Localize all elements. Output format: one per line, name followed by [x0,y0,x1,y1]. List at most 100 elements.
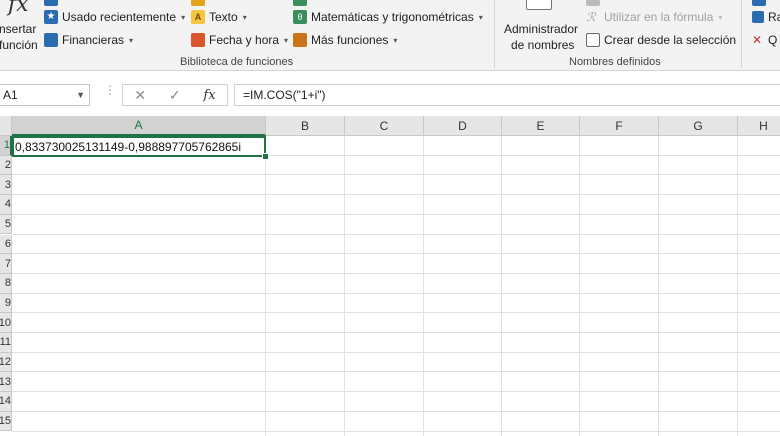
row-gridline [12,410,780,412]
row-header-6[interactable]: 6 [0,234,12,255]
chevron-down-icon: ▾ [393,35,398,45]
column-header-g[interactable]: G [659,116,738,136]
row-gridline [12,332,780,333]
row-header-7[interactable]: 7 [0,254,12,274]
calendar-icon [191,33,205,47]
formula-fx-icon: ℛ [586,10,596,24]
name-manager-label-2: de nombres [511,38,575,52]
formula-input[interactable]: =IM.COS("1+i") [234,84,780,106]
row-header-4[interactable]: 4 [0,195,12,215]
name-box-value: A1 [3,88,18,102]
group-separator [494,0,495,68]
grid-icon [586,33,600,47]
row-gridline [12,253,780,255]
chevron-down-icon: ▾ [718,12,723,22]
enter-icon[interactable]: ✓ [169,87,181,104]
math-trig-button[interactable]: θ Matemáticas y trigonométricas ▾ [293,10,483,24]
column-header-e[interactable]: E [502,116,580,136]
financial-label: Financieras [62,33,125,47]
row-gridline [12,174,780,176]
group-separator [741,0,742,68]
row-header-3[interactable]: 3 [0,175,12,196]
recently-used-button[interactable]: ★ Usado recientemente ▾ [44,10,185,24]
recently-used-label: Usado recientemente [62,10,177,24]
fill-handle[interactable] [262,153,269,160]
star-icon: ★ [44,10,58,24]
chevron-down-icon: ▾ [242,12,247,22]
spreadsheet-grid[interactable]: ABCDEFGH 123456789101112131415 0,8337300… [0,116,780,436]
select-all-button[interactable] [0,116,12,136]
name-manager-label-1: Administrador [504,22,579,36]
column-header-b[interactable]: B [266,116,345,136]
formula-text: =IM.COS("1+i") [243,88,326,102]
row-gridline [12,430,780,432]
row-header-5[interactable]: 5 [0,214,12,235]
trace-label: Ra [768,10,780,24]
text-button[interactable]: A Texto ▾ [191,10,247,24]
chevron-down-icon: ▾ [478,12,483,22]
insert-function-icon[interactable]: fx [203,88,215,103]
row-gridline [12,312,780,314]
date-time-button[interactable]: Fecha y hora ▾ [191,33,288,47]
remove-arrows-icon: ✕ [752,33,763,47]
name-manager-icon [526,0,552,10]
name-box[interactable]: A1 ▼ [0,84,90,106]
formula-buttons: ✕ ✓ fx [122,84,228,106]
chevron-down-icon: ▾ [181,12,186,22]
row-header-2[interactable]: 2 [0,155,12,176]
active-cell[interactable] [12,136,266,157]
use-in-formula-button[interactable]: ℛ Utilizar en la fórmula ▾ [586,10,722,24]
more-functions-label: Más funciones [311,33,389,47]
vertical-dots-icon[interactable]: ⋮ [104,84,116,96]
math-icon: θ [293,10,307,24]
more-functions-icon [293,33,307,47]
math-trig-label: Matemáticas y trigonométricas [311,10,474,24]
chevron-down-icon[interactable]: ▼ [76,90,85,100]
chevron-down-icon: ▾ [284,35,289,45]
financial-icon [44,33,58,47]
date-time-label: Fecha y hora [209,33,280,47]
row-header-12[interactable]: 12 [0,352,12,373]
datetime-small-icon [293,0,307,6]
create-from-selection-button[interactable]: Crear desde la selección [586,33,736,47]
logical-icon [44,0,58,6]
row-gridline [12,351,780,353]
audit-top-icon [752,0,766,6]
row-gridline [12,371,780,373]
row-header-9[interactable]: 9 [0,293,12,314]
column-header-f[interactable]: F [580,116,659,136]
row-gridline [12,391,780,393]
trace-precedents-button[interactable]: Ra [752,10,780,24]
column-header-a[interactable]: A [12,116,266,136]
defined-names-group-label: Nombres definidos [569,56,661,68]
insert-function-label-2: función [0,38,38,52]
remove-arrows-button[interactable]: ✕ Q [752,33,777,47]
row-header-1[interactable]: 1 [0,136,12,156]
column-header-h[interactable]: H [738,116,780,136]
insert-function-button[interactable]: fx nsertar función [0,0,40,56]
row-header-13[interactable]: 13 [0,372,12,393]
ribbon: fx nsertar función ★ Usado recientemente… [0,0,780,71]
column-header-c[interactable]: C [345,116,424,136]
row-gridline [12,213,780,215]
row-header-11[interactable]: 11 [0,333,12,353]
chevron-down-icon: ▾ [129,35,134,45]
insert-function-label-1: nsertar [0,22,37,36]
define-name-icon [586,0,600,6]
row-header-8[interactable]: 8 [0,273,12,294]
row-header-15[interactable]: 15 [0,411,12,432]
fx-icon: fx [8,0,29,17]
trace-arrow-icon [752,11,764,23]
name-manager-button[interactable]: Administrador de nombres [500,0,580,56]
financial-button[interactable]: Financieras ▾ [44,33,133,47]
formula-bar: A1 ▼ ⋮ ✕ ✓ fx =IM.COS("1+i") [0,82,780,110]
more-functions-button[interactable]: Más funciones ▾ [293,33,397,47]
text-icon: A [191,10,205,24]
row-header-10[interactable]: 10 [0,313,12,333]
lookup-icon [191,0,205,6]
row-header-14[interactable]: 14 [0,392,12,412]
row-gridline [12,272,780,274]
row-gridline [12,194,780,196]
cancel-icon[interactable]: ✕ [134,87,146,104]
column-header-d[interactable]: D [424,116,502,136]
